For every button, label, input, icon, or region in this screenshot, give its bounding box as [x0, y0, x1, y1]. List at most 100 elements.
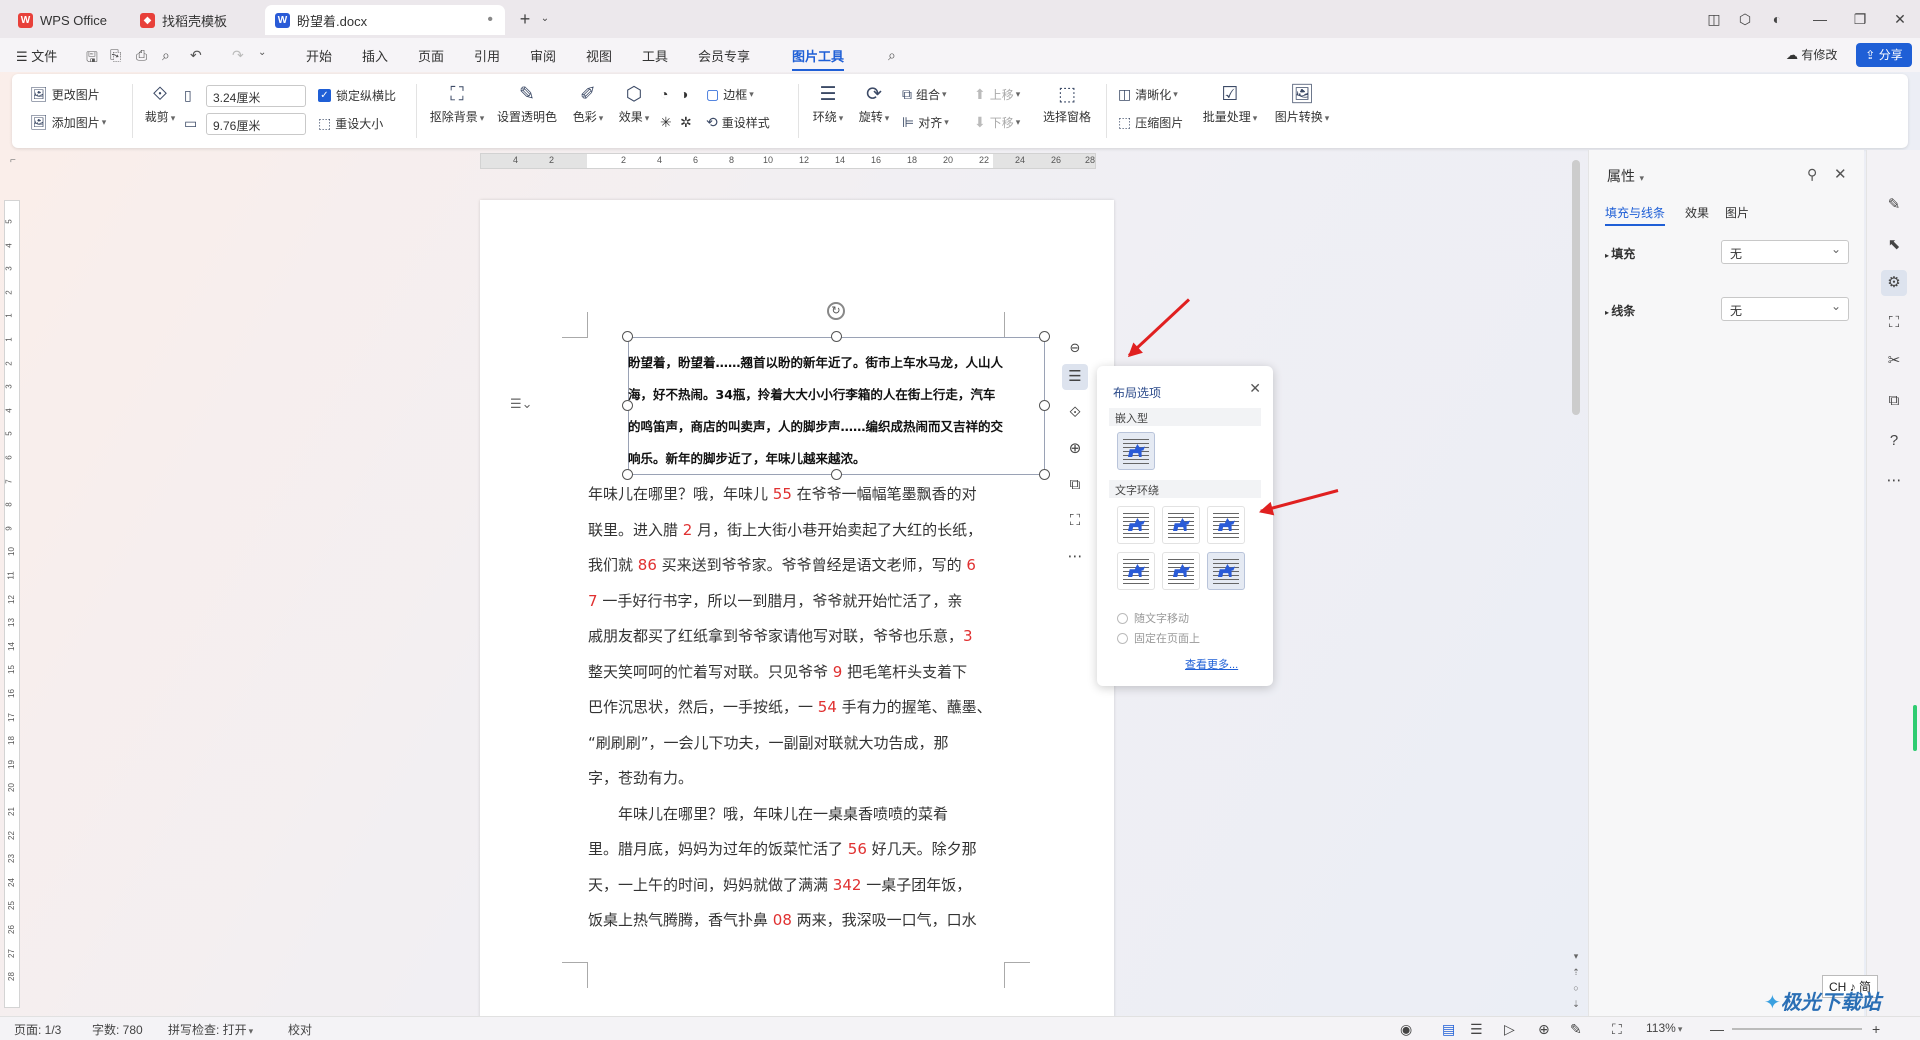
layout-through-option[interactable]	[1207, 506, 1245, 544]
ruler-corner-icon[interactable]: ⌐	[10, 155, 16, 166]
rotate-handle-icon[interactable]: ↻	[827, 302, 845, 320]
more-icon[interactable]: ⋯	[1881, 468, 1907, 494]
save-icon[interactable]: 🖫	[86, 47, 98, 71]
close-panel-icon[interactable]: ✕	[1834, 165, 1847, 183]
eye-icon[interactable]: ◉	[1400, 1021, 1412, 1038]
send-backward-button[interactable]: ⬇ 下移 ▾	[974, 114, 1020, 131]
web-view-icon[interactable]: ⊕	[1538, 1021, 1550, 1038]
body-text[interactable]: 年味儿在哪里？哦，年味儿 55 在爷爷一幅幅笔墨飘香的对 联里。进入腊 2 月，街…	[588, 477, 1008, 939]
bring-forward-button[interactable]: ⬆ 上移 ▾	[974, 86, 1020, 103]
remove-background-button[interactable]: ⛶ 抠除背景 ▾	[426, 82, 488, 125]
crop-icon[interactable]: ⟐	[1062, 400, 1088, 426]
zoom-level[interactable]: 113% ▾	[1646, 1021, 1682, 1035]
layout-icon[interactable]: ◫	[1702, 8, 1726, 30]
line-select[interactable]: 无	[1721, 297, 1849, 321]
more-options-icon[interactable]: ⋯	[1062, 544, 1088, 570]
menu-page[interactable]: 页面	[418, 46, 444, 65]
menu-picture-tools[interactable]: 图片工具	[792, 46, 845, 71]
menu-home[interactable]: 开始	[306, 46, 332, 65]
page-view-icon[interactable]: ▤	[1442, 1021, 1455, 1038]
see-more-link[interactable]: 查看更多...	[1185, 656, 1238, 672]
color-button[interactable]: ✐ 色彩 ▾	[568, 82, 608, 125]
properties-icon[interactable]: ⚙	[1881, 270, 1907, 296]
paragraph-marker-icon[interactable]: ☰⌄	[510, 396, 533, 412]
resize-handle[interactable]	[1039, 469, 1050, 480]
tab-effect[interactable]: 效果	[1685, 204, 1709, 221]
pen-icon[interactable]: ✎	[1570, 1021, 1582, 1038]
picture-convert-button[interactable]: 🖼 图片转换 ▾	[1270, 82, 1334, 125]
brightness-down-icon[interactable]: ✲	[680, 114, 692, 131]
resize-handle[interactable]	[1039, 400, 1050, 411]
brightness-up-icon[interactable]: ✳	[660, 114, 672, 131]
print-icon[interactable]: ⎙	[136, 47, 147, 64]
wrap-button[interactable]: ☰ 环绕 ▾	[808, 82, 848, 125]
zoom-slider[interactable]	[1732, 1028, 1862, 1030]
menu-references[interactable]: 引用	[474, 46, 500, 65]
resize-handle[interactable]	[622, 331, 633, 342]
help-icon[interactable]: ?	[1881, 428, 1907, 454]
restore-icon[interactable]: ❐	[1848, 8, 1872, 30]
layout-inline-option[interactable]	[1117, 432, 1155, 470]
minimize-icon[interactable]: —	[1808, 8, 1832, 30]
change-picture-button[interactable]: 🖼 更改图片	[30, 86, 100, 103]
set-transparent-button[interactable]: ✎ 设置透明色	[496, 82, 558, 125]
fit-page-icon[interactable]: ⛶	[1612, 1021, 1622, 1038]
replace-picture-icon[interactable]: ⧉	[1062, 472, 1088, 498]
tab-wps-office[interactable]: W WPS Office	[8, 5, 121, 35]
proofread-button[interactable]: 校对	[288, 1021, 312, 1038]
plugin-icon[interactable]: ⧉	[1881, 388, 1907, 414]
menu-tools[interactable]: 工具	[642, 46, 668, 65]
align-button[interactable]: ⊫ 对齐 ▾	[902, 114, 949, 131]
layout-in-front-option[interactable]	[1207, 552, 1245, 590]
menu-file[interactable]: ☰ 文件	[16, 46, 57, 65]
close-icon[interactable]: ✕	[1249, 380, 1261, 397]
line-section-toggle[interactable]: ▸ 线条	[1605, 302, 1635, 319]
select-icon[interactable]: ⬉	[1881, 232, 1907, 258]
tools-icon[interactable]: ✂	[1881, 348, 1907, 374]
pin-icon[interactable]: ⚲	[1807, 166, 1817, 183]
menu-vip[interactable]: 会员专享	[698, 46, 750, 65]
layout-options-icon[interactable]: ☰	[1062, 364, 1088, 390]
fill-select[interactable]: 无	[1721, 240, 1849, 264]
page-nav-icons[interactable]: ▾ ⇡ ○ ⇣	[1571, 948, 1581, 1012]
undo-icon[interactable]: ↶	[190, 47, 202, 64]
move-with-text-radio[interactable]: 随文字移动	[1117, 610, 1189, 626]
height-input[interactable]: 9.76厘米	[206, 113, 306, 135]
close-window-icon[interactable]: ✕	[1888, 8, 1912, 30]
reset-size-button[interactable]: ⬚ 重设大小	[318, 115, 383, 132]
word-count[interactable]: 字数: 780	[92, 1021, 143, 1038]
zoom-in-icon[interactable]: +	[1872, 1021, 1880, 1037]
quick-access-chevron-icon[interactable]: ⌄	[258, 47, 266, 58]
layout-top-bottom-option[interactable]	[1117, 552, 1155, 590]
tab-list-chevron-icon[interactable]: ⌄	[533, 8, 557, 30]
redo-icon[interactable]: ↷	[232, 47, 244, 64]
zoom-in-icon[interactable]: ⊕	[1062, 436, 1088, 462]
contrast-icon[interactable]: ◔	[660, 86, 668, 102]
outline-icon[interactable]: ☰	[1470, 1021, 1483, 1038]
unsaved-dot-icon[interactable]: •	[487, 11, 493, 29]
resize-handle[interactable]	[1039, 331, 1050, 342]
vertical-ruler[interactable]: 5 4 3 2 1 1 2 3 4 5 6 7 8 9 10 11 12 13 14 15 16 17 18 19 20 21 22…	[4, 200, 20, 1008]
reset-style-button[interactable]: ⟲ 重设样式	[706, 114, 770, 131]
menu-review[interactable]: 审阅	[530, 46, 556, 65]
resize-handle[interactable]	[622, 400, 633, 411]
sharpen-button[interactable]: ◫ 清晰化 ▾	[1118, 86, 1178, 103]
spell-check-toggle[interactable]: 拼写检查: 打开 ▾	[168, 1021, 253, 1038]
compress-button[interactable]: ⬚ 压缩图片	[1118, 114, 1183, 131]
document-page[interactable]: 盼望着，盼望着……翘首以盼的新年近了。街市上车水马龙，人山人 海，好不热闹。34…	[480, 200, 1114, 1020]
resize-handle[interactable]	[831, 331, 842, 342]
layout-behind-text-option[interactable]	[1162, 552, 1200, 590]
extract-text-icon[interactable]: ⛶	[1062, 508, 1088, 534]
width-input[interactable]: 3.24厘米	[206, 85, 306, 107]
play-icon[interactable]: ▷	[1504, 1021, 1515, 1038]
avatar[interactable]: ◐	[1765, 8, 1789, 30]
add-picture-button[interactable]: 🖼 添加图片 ▾	[30, 114, 106, 131]
selection-pane-button[interactable]: ⬚ 选择窗格	[1040, 82, 1094, 125]
fix-position-radio[interactable]: 固定在页面上	[1117, 630, 1200, 646]
tab-document[interactable]: W 盼望着.docx •	[265, 5, 505, 35]
layout-square-option[interactable]	[1117, 506, 1155, 544]
tab-picture[interactable]: 图片	[1725, 204, 1749, 221]
tab-fill-line[interactable]: 填充与线条	[1605, 204, 1666, 226]
print-preview-icon[interactable]: ⌕	[162, 47, 170, 64]
brightness-icon[interactable]: ◑	[680, 86, 688, 102]
